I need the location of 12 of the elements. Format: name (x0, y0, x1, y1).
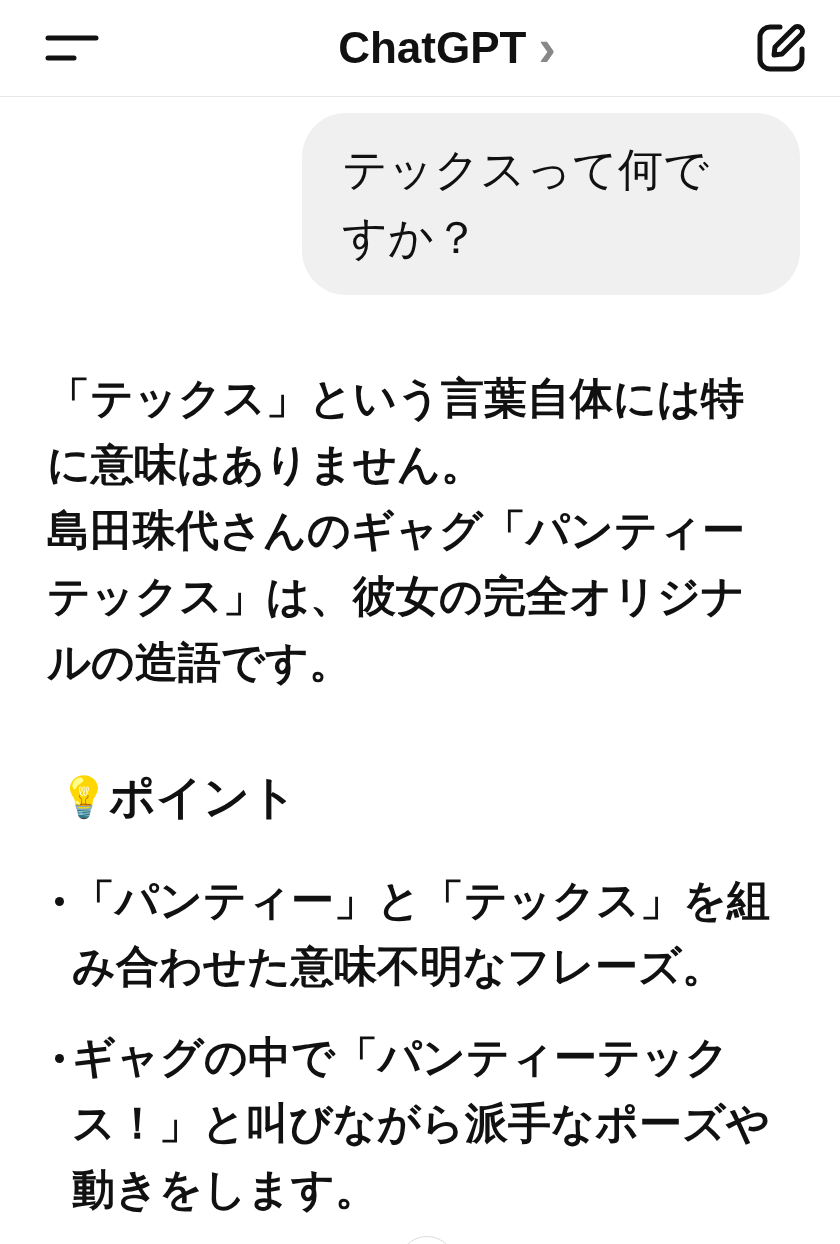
bullet-icon (55, 1054, 64, 1063)
user-message: テックスって何ですか？ (302, 113, 800, 295)
lightbulb-icon: 💡 (59, 764, 109, 830)
answer-text: 「テックス」という言葉自体には特に意味はありません。 (47, 372, 745, 491)
menu-icon[interactable] (44, 33, 100, 63)
section-heading: ポイント (109, 769, 297, 826)
bullet-icon (55, 897, 64, 906)
chat-title[interactable]: ChatGPT (338, 23, 527, 73)
bullet-text: 「パンティー」と「テックス」を組み合わせた意味不明なフレーズ。 (72, 874, 771, 993)
chevron-icon[interactable]: › (538, 22, 556, 74)
answer-text: 島田珠代さんのギャグ「パンティーテックス」は、彼女の完全オリジナルの造語です。 (47, 504, 746, 689)
bullet-text: ギャグの中で「パンティーテックス！」と叫びながら派手なポーズや動きをします。 (72, 1031, 771, 1216)
